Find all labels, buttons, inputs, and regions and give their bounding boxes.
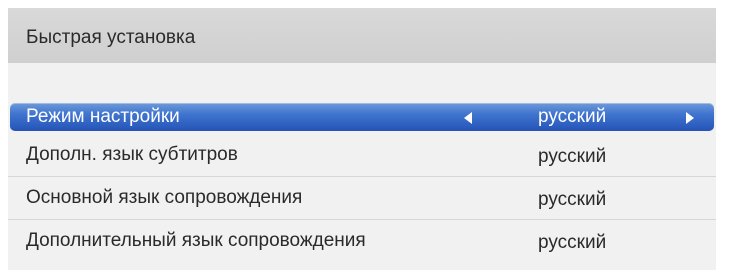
setting-value: русский [538, 232, 607, 253]
setting-label: Дополн. язык субтитров [26, 144, 238, 165]
setting-label: Дополнительный язык сопровождения [26, 230, 366, 251]
row-divider [8, 176, 716, 177]
quick-setup-panel: Быстрая установка Режим настройки русски… [8, 8, 716, 270]
arrow-left-icon[interactable] [464, 112, 472, 124]
tv-menu-screen: Быстрая установка Режим настройки русски… [0, 0, 739, 270]
panel-title: Быстрая установка [26, 27, 196, 48]
setting-row-secondary-subtitle-language[interactable]: Дополн. язык субтитров русский [8, 137, 716, 175]
setting-row-primary-audio-language[interactable]: Основной язык сопровождения русский [8, 180, 716, 218]
setting-row-tuning-mode[interactable]: Режим настройки русский [10, 103, 714, 131]
setting-label: Основной язык сопровождения [26, 187, 303, 208]
panel-header: Быстрая установка [8, 8, 716, 63]
row-divider [8, 219, 716, 220]
setting-value: русский [538, 146, 607, 167]
setting-value: русский [538, 189, 607, 210]
setting-value: русский [538, 106, 607, 127]
arrow-right-icon[interactable] [686, 112, 694, 124]
setting-label: Режим настройки [26, 106, 180, 127]
setting-row-secondary-audio-language[interactable]: Дополнительный язык сопровождения русски… [8, 223, 716, 261]
